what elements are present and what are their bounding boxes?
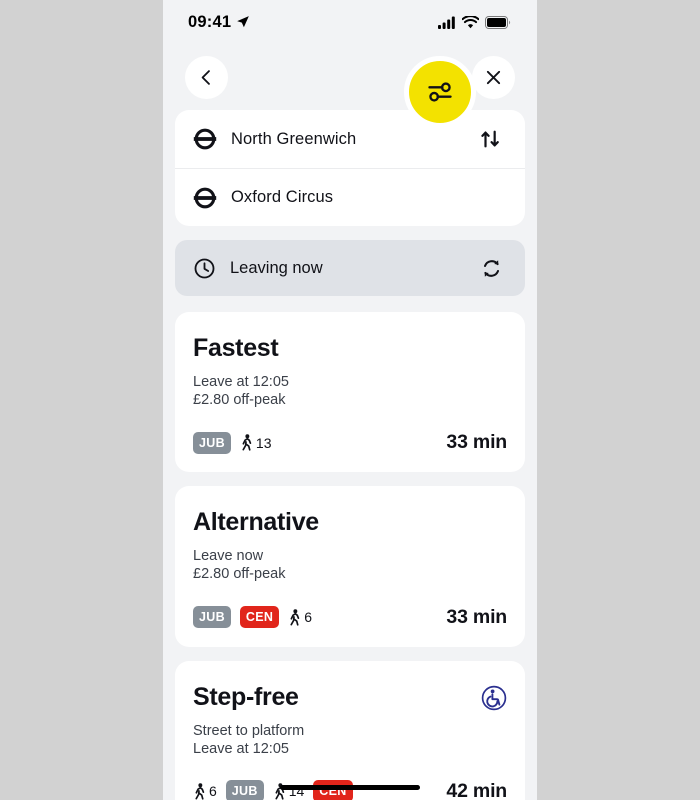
destination-row[interactable]: Oxford Circus	[175, 168, 525, 226]
route-detail-line: £2.80 off-peak	[193, 566, 286, 583]
line-badge: JUB	[193, 431, 231, 454]
content-area: North Greenwich Oxford Circus Leaving no…	[163, 110, 537, 800]
phone-screen: 09:41 North Greenwich Oxford Circus Leav…	[163, 0, 537, 800]
route-legs-row: JUB CEN 6 33 min	[193, 606, 507, 629]
back-button[interactable]	[185, 55, 228, 99]
route-card[interactable]: Step-free Street to platform Leave at 12:0…	[175, 660, 525, 800]
route-detail-line: Leave at 12:05	[193, 740, 289, 757]
route-title: Alternative	[193, 508, 319, 537]
close-x-icon	[486, 70, 501, 84]
route-duration: 33 min	[446, 431, 507, 454]
line-badge: JUB	[225, 780, 264, 800]
route-detail-line: Street to platform	[193, 722, 305, 739]
journey-endpoints-card: North Greenwich Oxford Circus	[175, 110, 525, 226]
route-duration: 42 min	[446, 779, 507, 800]
route-detail-line: Leave at 12:05	[193, 374, 289, 390]
swap-stations-button[interactable]	[475, 124, 507, 154]
route-options-list: Fastest Leave at 12:05 £2.80 off-peak JUB 13…	[175, 312, 525, 800]
line-badge: CEN	[313, 780, 353, 800]
refresh-button[interactable]	[476, 253, 507, 284]
route-details: Leave now £2.80 off-peak	[193, 547, 507, 583]
battery-full-icon	[485, 15, 511, 29]
line-badge: JUB	[193, 606, 231, 628]
route-detail-line: Leave now	[193, 548, 264, 565]
status-icons	[438, 15, 511, 29]
swap-arrows-icon	[481, 130, 499, 148]
wifi-icon	[462, 15, 479, 28]
filter-button[interactable]	[404, 56, 476, 128]
walk-leg: 6	[288, 608, 312, 626]
status-time-group: 09:41	[188, 13, 250, 32]
filter-sliders-icon	[428, 82, 452, 102]
departure-time-label: Leaving now	[230, 258, 323, 277]
line-badge: CEN	[239, 606, 280, 628]
origin-name: North Greenwich	[231, 129, 357, 148]
refresh-icon	[483, 259, 500, 277]
walking-person-icon	[195, 783, 205, 800]
route-title: Step-free	[193, 682, 299, 711]
cellular-signal-icon	[438, 16, 455, 29]
chevron-left-icon	[201, 69, 210, 85]
walk-leg: 13	[240, 434, 272, 451]
walk-minutes: 13	[255, 434, 272, 451]
route-title: Fastest	[193, 334, 279, 362]
status-time: 09:41	[188, 12, 232, 31]
destination-name: Oxford Circus	[231, 188, 334, 206]
location-arrow-icon	[237, 16, 250, 28]
walking-person-icon	[242, 434, 252, 451]
route-legs-row: JUB 13 33 min	[193, 431, 507, 454]
header-bar	[163, 44, 537, 128]
walk-minutes: 6	[209, 783, 217, 800]
walk-minutes: 6	[304, 609, 312, 625]
route-details: Leave at 12:05 £2.80 off-peak	[193, 373, 507, 409]
route-detail-line: £2.80 off-peak	[193, 392, 286, 409]
departure-time-selector[interactable]: Leaving now	[175, 240, 525, 296]
route-card[interactable]: Alternative Leave now £2.80 off-peak JUB CEN…	[175, 486, 525, 647]
walk-leg: 6	[193, 783, 217, 800]
tfl-roundel-icon	[193, 187, 217, 208]
walking-person-icon	[290, 608, 300, 626]
clock-icon	[194, 258, 215, 278]
close-button[interactable]	[472, 55, 515, 99]
home-indicator	[280, 785, 420, 790]
route-duration: 33 min	[446, 605, 507, 628]
route-card[interactable]: Fastest Leave at 12:05 £2.80 off-peak JUB 13…	[175, 312, 525, 473]
status-bar: 09:41	[163, 0, 537, 44]
accessibility-badge	[481, 685, 507, 716]
wheelchair-accessible-icon	[481, 685, 507, 710]
tfl-roundel-icon	[193, 128, 217, 150]
origin-row[interactable]: North Greenwich	[175, 110, 525, 168]
route-details: Street to platform Leave at 12:05	[193, 722, 507, 758]
